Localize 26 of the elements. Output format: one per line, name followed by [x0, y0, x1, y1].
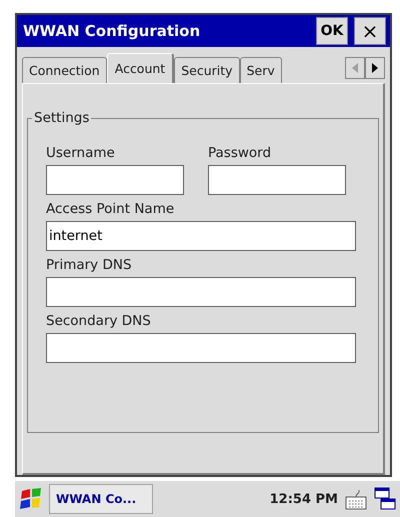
clock: 12:54 PM: [270, 492, 338, 506]
right-arrow-icon: [372, 63, 378, 73]
input-field[interactable]: [46, 165, 184, 195]
left-arrow-icon: [352, 63, 358, 73]
start-flag-icon[interactable]: [19, 487, 43, 511]
windows-icon[interactable]: [374, 487, 396, 511]
input-field[interactable]: internet: [46, 221, 356, 251]
tab[interactable]: Serv: [240, 57, 282, 83]
scroll-right-button[interactable]: [365, 57, 385, 79]
input-field[interactable]: [46, 277, 356, 307]
window-title: WWAN Configuration: [23, 22, 202, 40]
group-title: Settings: [32, 110, 92, 126]
tab[interactable]: Security: [174, 57, 240, 83]
taskbar-button[interactable]: WWAN Co...: [49, 484, 153, 514]
field-label: Password: [208, 145, 272, 161]
field-label: Secondary DNS: [46, 313, 152, 329]
close-button[interactable]: ×: [354, 17, 386, 45]
input-field[interactable]: [46, 333, 356, 363]
tab[interactable]: Account: [106, 53, 174, 83]
input-field[interactable]: [208, 165, 346, 195]
tab[interactable]: Connection: [22, 57, 107, 83]
ok-button[interactable]: OK: [316, 17, 348, 45]
field-label: Access Point Name: [46, 201, 176, 217]
field-label: Primary DNS: [46, 257, 133, 273]
field-label: Username: [46, 145, 116, 161]
keyboard-icon[interactable]: [344, 487, 368, 511]
